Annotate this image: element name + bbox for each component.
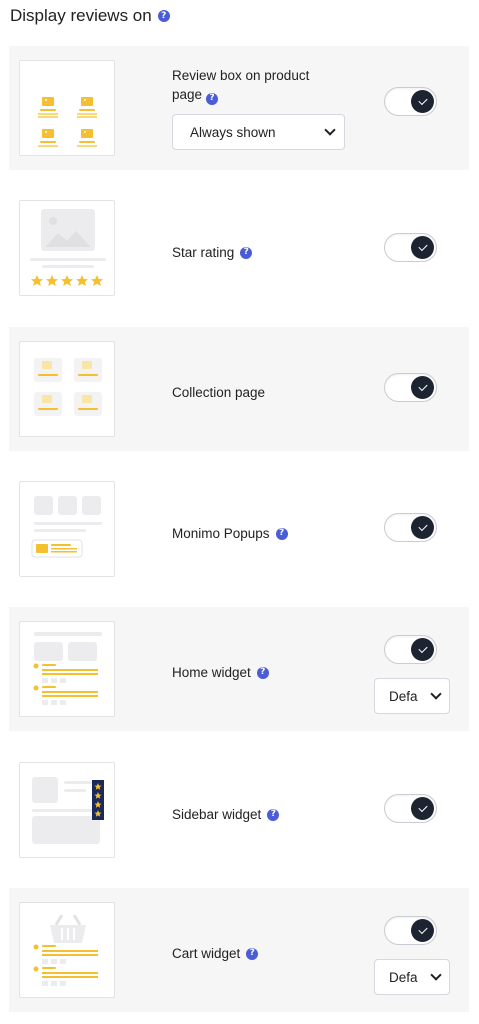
check-icon (417, 802, 428, 813)
chevron-down-icon (430, 968, 442, 981)
setting-label: Home widget? (172, 663, 269, 682)
review-box-thumbnail (19, 60, 115, 156)
home-widget-toggle[interactable] (384, 635, 437, 664)
setting-label: Star rating? (172, 243, 253, 262)
help-icon[interactable]: ? (206, 92, 219, 105)
toggle-knob (411, 919, 434, 942)
setting-label: Sidebar widget? (172, 805, 280, 824)
section-title: Display reviews on (10, 6, 152, 25)
setting-row-cart-widget: Cart widget? Defa (9, 888, 469, 1012)
chevron-down-icon (324, 123, 336, 136)
sidebar-widget-thumbnail (19, 762, 115, 858)
cart-widget-toggle[interactable] (384, 916, 437, 945)
help-icon[interactable]: ? (256, 666, 269, 679)
setting-label: Collection page (172, 385, 266, 400)
select-value: Defa (389, 969, 418, 985)
check-icon (417, 924, 428, 935)
setting-row-sidebar-widget: Sidebar widget? (9, 748, 469, 872)
popups-thumbnail (19, 481, 115, 577)
check-icon (417, 521, 428, 532)
collection-page-toggle[interactable] (384, 373, 437, 402)
setting-label: Cart widget? (172, 944, 259, 963)
review-box-toggle[interactable] (384, 87, 437, 116)
setting-row-home-widget: Home widget? Defa (9, 607, 469, 731)
toggle-knob (411, 90, 434, 113)
setting-label: Review box on product page? (172, 68, 310, 105)
check-icon (417, 95, 428, 106)
select-value: Defa (389, 688, 418, 704)
check-icon (417, 643, 428, 654)
cart-widget-style-select[interactable]: Defa (374, 959, 450, 995)
help-icon[interactable]: ? (275, 527, 288, 540)
check-icon (417, 381, 428, 392)
home-widget-thumbnail (19, 621, 115, 717)
setting-row-collection-page: Collection page (9, 327, 469, 451)
help-icon[interactable]: ? (240, 246, 253, 259)
cart-widget-thumbnail (19, 902, 115, 998)
toggle-knob (411, 797, 434, 820)
select-value: Always shown (190, 124, 276, 140)
section-heading: Display reviews on ? (10, 6, 170, 26)
star-rating-thumbnail (19, 200, 115, 296)
home-widget-style-select[interactable]: Defa (374, 678, 450, 714)
setting-label: Monimo Popups? (172, 524, 288, 543)
setting-row-monimo-popups: Monimo Popups? (9, 467, 469, 591)
toggle-knob (411, 236, 434, 259)
toggle-knob (411, 376, 434, 399)
setting-row-star-rating: Star rating? (9, 186, 469, 310)
help-icon[interactable]: ? (157, 10, 170, 22)
monimo-popups-toggle[interactable] (384, 513, 437, 542)
review-box-display-select[interactable]: Always shown (172, 114, 345, 150)
toggle-knob (411, 638, 434, 661)
collection-page-thumbnail (19, 341, 115, 437)
help-icon[interactable]: ? (267, 808, 280, 821)
setting-row-review-box: Review box on product page? Always shown (9, 46, 469, 170)
sidebar-widget-toggle[interactable] (384, 794, 437, 823)
toggle-knob (411, 516, 434, 539)
help-icon[interactable]: ? (246, 947, 259, 960)
star-rating-toggle[interactable] (384, 233, 437, 262)
check-icon (417, 241, 428, 252)
chevron-down-icon (430, 687, 442, 700)
